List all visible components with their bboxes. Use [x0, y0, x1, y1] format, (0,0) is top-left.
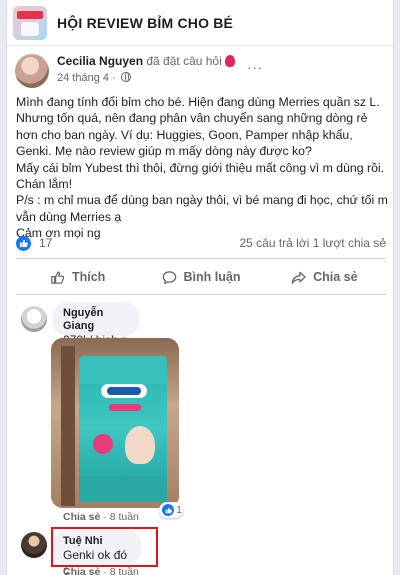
globe-icon: [120, 72, 131, 82]
comment-time[interactable]: · 8 tuần: [100, 566, 139, 575]
comment-meta: Chia sẻ · 8 tuần: [63, 511, 139, 523]
post-header: Cecilia Nguyen đã đặt câu hỏi 24 tháng 4…: [15, 54, 262, 88]
reactions-count[interactable]: 17: [39, 236, 52, 250]
diaper-pack-bottom: [79, 476, 167, 502]
comment-share-link[interactable]: Chia sẻ: [63, 511, 100, 523]
comment-bubble: Nguyễn Giang 270k/ bịch ạ: [53, 302, 139, 347]
divider: [16, 258, 386, 259]
comment-label: Bình luận: [183, 270, 241, 284]
commenter-avatar[interactable]: [21, 306, 47, 332]
post-paragraph: Mấy cái bỉm Yubest thì thôi, đừng giới t…: [16, 160, 385, 192]
comment-author[interactable]: Nguyễn Giang: [63, 307, 129, 333]
photo-box-edge: [61, 346, 75, 506]
group-header[interactable]: HỘI REVIEW BỈM CHO BÉ: [7, 0, 393, 46]
post-stats[interactable]: 25 câu trả lời 1 lượt chia sẻ: [239, 236, 386, 250]
post-paragraph: Mình đang tính đổi bỉm cho bé. Hiện đang…: [16, 95, 380, 159]
post-body: Mình đang tính đổi bỉm cho bé. Hiện đang…: [16, 94, 388, 242]
share-button[interactable]: Chia sẻ: [263, 263, 386, 291]
comment-icon: [162, 270, 176, 284]
like-label: Thích: [71, 270, 106, 284]
post-action-text: đã đặt câu hỏi: [143, 54, 222, 68]
post-date-line: 24 tháng 4 ·: [57, 71, 235, 85]
comment-meta: Chia sẻ · 8 tuần: [63, 566, 139, 575]
brand-logo: [101, 384, 147, 398]
post-meta: Cecilia Nguyen đã đặt câu hỏi 24 tháng 4…: [57, 54, 235, 85]
group-name[interactable]: HỘI REVIEW BỈM CHO BÉ: [57, 15, 233, 31]
post-paragraph: P/s : m chỉ mua để dùng ban ngày thôi, v…: [16, 193, 388, 224]
diaper-pack-top: [79, 356, 167, 384]
author-avatar[interactable]: [15, 54, 49, 88]
reactions-row: 17 25 câu trả lời 1 lượt chia sẻ: [16, 234, 386, 252]
post-actions: Thích Bình luận Chia sẻ: [16, 263, 386, 291]
divider: [16, 294, 386, 295]
like-reaction-icon: [162, 504, 175, 516]
comment-button[interactable]: Bình luận: [139, 263, 262, 291]
comment-reactions-count: 1: [176, 504, 182, 516]
like-reaction-icon[interactable]: [16, 235, 31, 251]
share-icon: [291, 271, 306, 284]
comment-share-link[interactable]: Chia sẻ: [63, 566, 100, 575]
size-badge: [93, 434, 113, 454]
group-thumbnail[interactable]: [13, 5, 47, 40]
comment-reactions[interactable]: 1: [159, 502, 183, 518]
pack-band: [109, 404, 141, 411]
comment-time[interactable]: · 8 tuần: [100, 511, 139, 523]
commenter-avatar[interactable]: [21, 532, 47, 558]
facebook-post-frame: HỘI REVIEW BỈM CHO BÉ Cecilia Nguyen đã …: [6, 0, 394, 575]
like-icon: [51, 271, 65, 284]
post-date[interactable]: 24 tháng 4 ·: [57, 72, 119, 84]
baby-illustration: [125, 426, 155, 464]
post-author[interactable]: Cecilia Nguyen: [57, 54, 143, 68]
question-badge-icon: [224, 55, 235, 67]
highlight-box: [51, 527, 158, 567]
post-author-line: Cecilia Nguyen đã đặt câu hỏi: [57, 54, 235, 69]
comment-photo[interactable]: [51, 338, 179, 508]
more-options-icon[interactable]: ···: [247, 60, 263, 75]
share-label: Chia sẻ: [313, 270, 358, 284]
like-button[interactable]: Thích: [16, 263, 139, 291]
